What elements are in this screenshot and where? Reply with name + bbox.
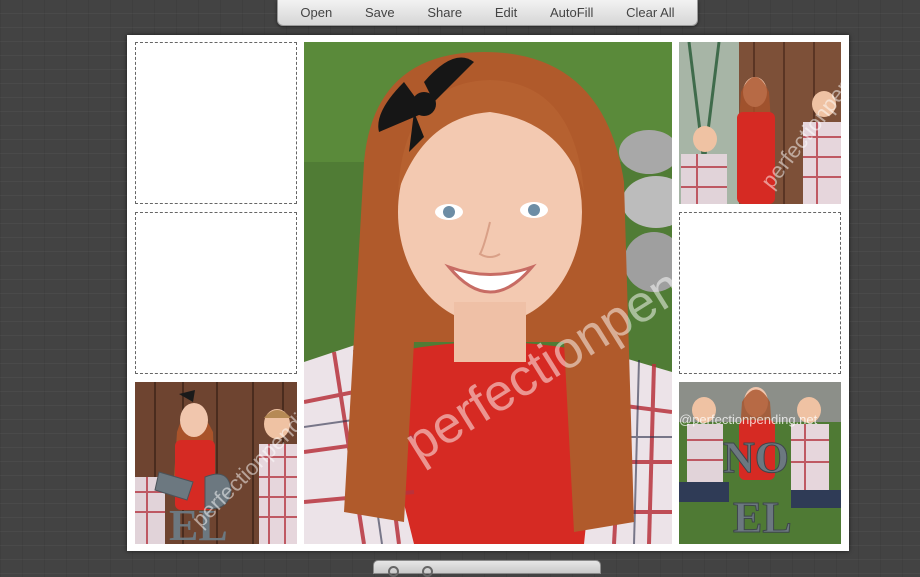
three-kids-photo: perfectionpending.net xyxy=(679,42,841,204)
photo-slot-bottom-left[interactable]: EL perfectionpending.net xyxy=(135,382,297,544)
save-button[interactable]: Save xyxy=(361,5,399,20)
sign-letters-noel-el: EL xyxy=(733,493,792,542)
photo-slot-main[interactable]: perfectionpending.net xyxy=(304,42,672,544)
rotate-right-icon[interactable] xyxy=(422,566,433,577)
edit-button[interactable]: Edit xyxy=(491,5,521,20)
empty-photo-slot-right-middle[interactable] xyxy=(679,212,841,374)
watermark-bottom-right: @perfectionpending.net xyxy=(679,412,818,427)
autofill-button[interactable]: AutoFill xyxy=(546,5,597,20)
empty-photo-slot-left-middle[interactable] xyxy=(135,212,297,374)
kids-sign-photo: EL perfectionpending.net xyxy=(135,382,297,544)
sign-letters-no: NO xyxy=(723,433,789,482)
collage-canvas: EL perfectionpending.net xyxy=(127,35,849,551)
clear-all-button[interactable]: Clear All xyxy=(622,5,678,20)
collage-toolbar: Open Save Share Edit AutoFill Clear All xyxy=(277,0,698,26)
bottom-control-bar[interactable] xyxy=(373,560,601,577)
rotate-left-icon[interactable] xyxy=(388,566,399,577)
open-button[interactable]: Open xyxy=(296,5,336,20)
empty-photo-slot-left-top[interactable] xyxy=(135,42,297,204)
noel-sign-photo: NO EL @perfectionpending.net xyxy=(679,382,841,544)
photo-slot-bottom-right[interactable]: NO EL @perfectionpending.net xyxy=(679,382,841,544)
share-button[interactable]: Share xyxy=(423,5,466,20)
smiling-girl-photo: perfectionpending.net xyxy=(304,42,672,544)
photo-slot-top-right[interactable]: perfectionpending.net xyxy=(679,42,841,204)
